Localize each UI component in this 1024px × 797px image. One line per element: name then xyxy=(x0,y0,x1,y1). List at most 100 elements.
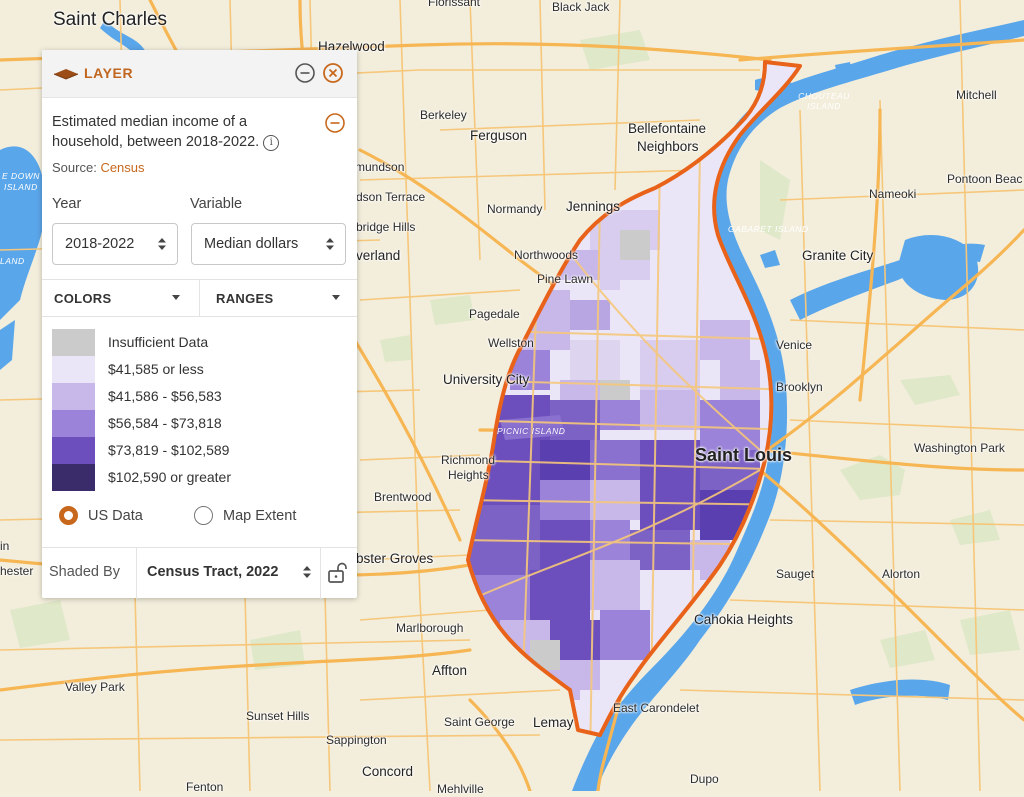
label-ellisville-edge: in xyxy=(0,539,10,553)
legend-swatch xyxy=(52,382,95,410)
label-sunset-hills: Sunset Hills xyxy=(246,709,310,723)
sort-arrows-icon xyxy=(157,237,167,255)
legend-label: $102,590 or greater xyxy=(108,469,231,485)
tab-colors-label: COLORS xyxy=(54,290,112,306)
minimize-icon[interactable] xyxy=(294,62,316,84)
year-select-value: 2018-2022 xyxy=(65,236,135,252)
info-icon[interactable]: i xyxy=(263,135,280,151)
label-wellston: Wellston xyxy=(488,336,534,350)
tab-separator xyxy=(199,280,200,316)
year-label: Year xyxy=(52,196,82,212)
label-gabaret-island: GABARET ISLAND xyxy=(728,224,809,234)
shaded-by-label: Shaded By xyxy=(49,564,120,580)
label-towne-down: E DOWN xyxy=(2,171,40,181)
label-chouteau-island: CHOUTEAU ISLAND xyxy=(798,91,850,111)
label-bellefontaine: Bellefontaine xyxy=(628,121,707,136)
label-cahokia-heights: Cahokia Heights xyxy=(694,612,794,627)
label-saint-louis: Saint Louis xyxy=(695,445,793,465)
label-valley-park: Valley Park xyxy=(65,680,125,694)
legend-swatch xyxy=(52,328,95,356)
shaded-by-bar: Shaded By Census Tract, 2022 xyxy=(42,547,357,599)
label-berkeley: Berkeley xyxy=(420,108,467,122)
label-ferguson: Ferguson xyxy=(470,128,528,143)
close-icon[interactable] xyxy=(322,62,344,84)
collapse-description-icon[interactable] xyxy=(324,112,346,139)
layer-icon xyxy=(53,67,79,85)
legend-item: $56,584 - $73,818 xyxy=(52,409,222,437)
label-webster-groves: bster Groves xyxy=(356,551,434,566)
label-richmond: Richmond xyxy=(441,453,496,467)
label-normandy: Normandy xyxy=(487,202,543,216)
legend-swatch xyxy=(52,436,95,464)
description-text: Estimated median income of a household, … xyxy=(52,114,260,150)
radio-us-data[interactable]: US Data xyxy=(59,506,143,525)
radio-map-extent[interactable]: Map Extent xyxy=(194,506,296,525)
label-picnic-island: PICNIC ISLAND xyxy=(497,426,566,436)
legend-swatch xyxy=(52,355,95,383)
label-mundson: mundson xyxy=(355,160,405,174)
label-alorton: Alorton xyxy=(882,567,921,581)
shaded-by-value: Census Tract, 2022 xyxy=(147,564,279,580)
label-washington-park: Washington Park xyxy=(914,441,1005,455)
variable-select-value: Median dollars xyxy=(204,236,299,252)
label-fenton: Fenton xyxy=(186,780,224,794)
layer-description: Estimated median income of a household, … xyxy=(52,112,302,152)
divider xyxy=(42,316,357,317)
label-university-city: University City xyxy=(443,372,530,387)
radio-selected-icon xyxy=(59,506,78,525)
label-pagedale: Pagedale xyxy=(469,307,520,321)
legend-label: Insufficient Data xyxy=(108,334,209,350)
label-land: LAND xyxy=(0,256,25,266)
label-heights: Heights xyxy=(448,468,489,482)
legend-label: $56,584 - $73,818 xyxy=(108,415,222,431)
legend-item: $73,819 - $102,589 xyxy=(52,436,230,464)
tab-ranges[interactable]: RANGES xyxy=(216,280,344,316)
caret-down-icon xyxy=(172,295,180,300)
label-jennings: Jennings xyxy=(566,199,621,214)
label-neighbors: Neighbors xyxy=(637,139,699,154)
label-saint-george: Saint George xyxy=(444,715,515,729)
legend-item: $41,586 - $56,583 xyxy=(52,382,222,410)
label-sappington: Sappington xyxy=(326,733,387,747)
label-brooklyn: Brooklyn xyxy=(776,380,823,394)
label-saint-charles: Saint Charles xyxy=(53,9,168,30)
legend-label: $73,819 - $102,589 xyxy=(108,442,230,458)
legend-label: $41,586 - $56,583 xyxy=(108,388,222,404)
variable-select[interactable]: Median dollars xyxy=(191,223,346,265)
radio-unselected-icon xyxy=(194,506,213,525)
label-florissant: Florissant xyxy=(428,0,481,9)
caret-down-icon xyxy=(332,295,340,300)
label-pontoon-beach: Pontoon Beac xyxy=(947,172,1023,186)
shaded-by-select[interactable]: Census Tract, 2022 xyxy=(136,548,321,599)
year-select[interactable]: 2018-2022 xyxy=(52,223,178,265)
label-bridgeton-terrace: dson Terrace xyxy=(356,190,426,204)
label-granite-city: Granite City xyxy=(802,248,874,263)
label-brentwood: Brentwood xyxy=(374,490,432,504)
label-black-jack: Black Jack xyxy=(552,0,610,14)
label-venice: Venice xyxy=(776,338,813,352)
label-northwoods: Northwoods xyxy=(514,248,579,262)
radio-map-extent-label: Map Extent xyxy=(223,507,297,524)
unlock-icon[interactable] xyxy=(326,561,350,590)
legend-label: $41,585 or less xyxy=(108,361,204,377)
tab-colors[interactable]: COLORS xyxy=(54,280,184,316)
label-concord: Concord xyxy=(362,764,414,779)
label-bridge-hills: bridge Hills xyxy=(356,220,416,234)
label-dupo: Dupo xyxy=(690,772,719,786)
source-link[interactable]: Census xyxy=(100,160,144,175)
source-line: Source: Census xyxy=(52,160,145,175)
label-mehlville: Mehlville xyxy=(437,782,484,796)
layer-panel: LAYER Estimated median income of a house… xyxy=(42,50,357,599)
layer-panel-header: LAYER xyxy=(42,50,357,98)
legend-swatch xyxy=(52,463,95,491)
label-marlborough: Marlborough xyxy=(396,621,464,635)
legend-swatch xyxy=(52,409,95,437)
label-chesterfield-edge: hester xyxy=(0,564,34,578)
legend-item: $102,590 or greater xyxy=(52,463,231,491)
legend-item: $41,585 or less xyxy=(52,355,204,383)
label-sauget: Sauget xyxy=(776,567,815,581)
label-nameoki: Nameoki xyxy=(869,187,917,201)
label-east-carondelet: East Carondelet xyxy=(613,701,700,715)
sort-arrows-icon xyxy=(325,237,335,255)
source-prefix: Source: xyxy=(52,160,97,175)
